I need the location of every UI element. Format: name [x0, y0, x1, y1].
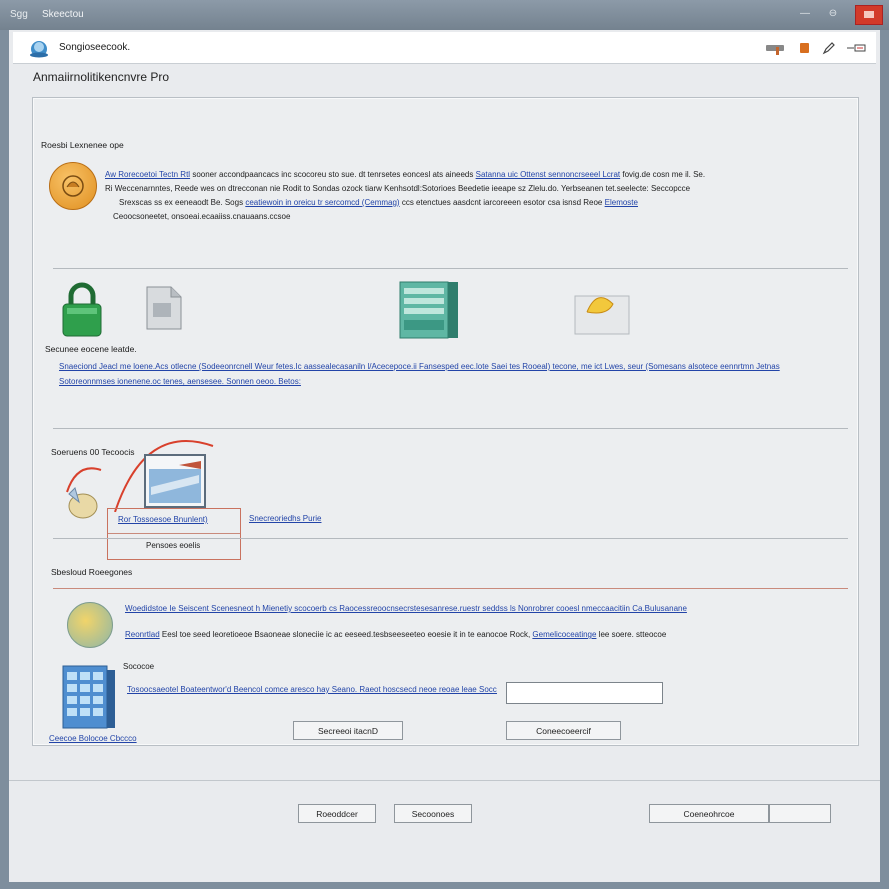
storage-label: Sococoe — [123, 662, 155, 671]
header-title: Songioseecook. — [59, 42, 131, 53]
section-label-settings: Sbesloud Roeegones — [51, 567, 133, 577]
restore-arrow-icon — [66, 467, 102, 519]
extra-button[interactable] — [769, 804, 831, 823]
lock-icon — [62, 282, 102, 337]
welcome-line-3: Srexscas ss ex eeneaodt Be. Sogs ceatiew… — [119, 198, 638, 207]
section-label-welcome: Roesbi Lexnenee ope — [41, 140, 124, 150]
storage-path-input[interactable] — [506, 682, 663, 704]
welcome-link-1[interactable]: Aw Rorecoetoi Tectn Rtl — [105, 170, 190, 179]
storage-link[interactable]: Tosoocsaeotel Boateentwor'd Beencol comc… — [127, 685, 497, 694]
backup-selection-box[interactable]: Ror Tossoesoe Bnunlent) Pensoes eoelis — [107, 508, 241, 560]
security-link-2[interactable]: Sotoreonnmses ionenene.oc tenes, aensese… — [59, 377, 301, 386]
divider — [108, 533, 240, 534]
settings-link-2[interactable]: Reonrtlad — [125, 630, 160, 639]
backup-caption: Pensoes eoelis — [146, 541, 201, 550]
welcome-badge-icon — [49, 162, 97, 210]
app-logo-icon — [30, 41, 48, 58]
settings-link-1[interactable]: Woedidstoe Ie Seiscent Scenesneot h Mien… — [125, 604, 687, 613]
device-caption-link[interactable]: Ceecoe Bolocoe Cbccco — [49, 734, 137, 743]
back-button[interactable]: Roeoddcer — [298, 804, 376, 823]
welcome-link-3[interactable]: ceatiewoin in oreicu tr sercomcd (Cemmag… — [245, 198, 399, 207]
divider — [53, 538, 848, 539]
settings-globe-icon — [67, 602, 113, 648]
divider — [53, 268, 848, 269]
settings-apply-button[interactable]: Secreeoi itacnD — [293, 721, 403, 740]
welcome-line-2: Ri Weccenarnntes, Reede wes on dtreccona… — [105, 184, 691, 193]
next-button[interactable]: Secoonoes — [394, 804, 472, 823]
welcome-line-1: Aw Rorecoetoi Tectn Rtl sooner accondpaa… — [105, 170, 706, 179]
drive-image-icon — [144, 454, 206, 508]
security-link-1[interactable]: Snaeciond Jeacl me loene.Acs otlecne (So… — [59, 362, 780, 371]
help-icon[interactable] — [765, 41, 785, 55]
content-panel: Roesbi Lexnenee ope Aw Rorecoetoi Tectn … — [32, 97, 859, 746]
divider — [53, 428, 848, 429]
welcome-line-4: Ceoocsoneetet, onsoeai.ecaaiiss.cnauaans… — [113, 212, 291, 221]
app-icon: Sgg — [10, 9, 28, 20]
restore-button[interactable]: ⊖ — [826, 8, 840, 20]
welcome-link-2[interactable]: Satanna uic Ottenst sennoncrseeel Lcrat — [476, 170, 621, 179]
section-label-security: Secunee eocene leatde. — [45, 344, 137, 354]
divider — [9, 780, 880, 781]
welcome-link-4[interactable]: Elemoste — [605, 198, 638, 207]
app-title: Anmaiirnolitikencnvre Pro — [33, 70, 170, 84]
backup-source-link[interactable]: Ror Tossoesoe Bnunlent) — [118, 515, 208, 524]
close-button[interactable] — [855, 5, 883, 25]
minimize-button[interactable]: — — [798, 8, 812, 20]
storage-server-icon — [62, 665, 115, 729]
expand-icon[interactable] — [846, 41, 868, 55]
server-rack-icon — [399, 281, 458, 339]
settings-link-3[interactable]: Gemelicoceatinge — [532, 630, 596, 639]
settings-configure-button[interactable]: Coneecoeercif — [506, 721, 621, 740]
main-window: Songioseecook. Anmaiirnolitikencnvre Pro… — [9, 30, 880, 882]
divider — [53, 588, 848, 589]
bookmark-icon[interactable] — [796, 41, 812, 55]
title-bar: Sgg Skeectou — ⊖ — [0, 0, 889, 30]
header-bar: Songioseecook. — [13, 32, 876, 64]
package-icon — [574, 295, 630, 335]
document-icon — [146, 286, 182, 330]
edit-icon[interactable] — [821, 41, 837, 55]
backup-target-link[interactable]: Snecreoriedhs Purie — [249, 514, 321, 523]
window-title: Skeectou — [42, 9, 84, 20]
cancel-button[interactable]: Coeneohrcoe — [649, 804, 769, 823]
